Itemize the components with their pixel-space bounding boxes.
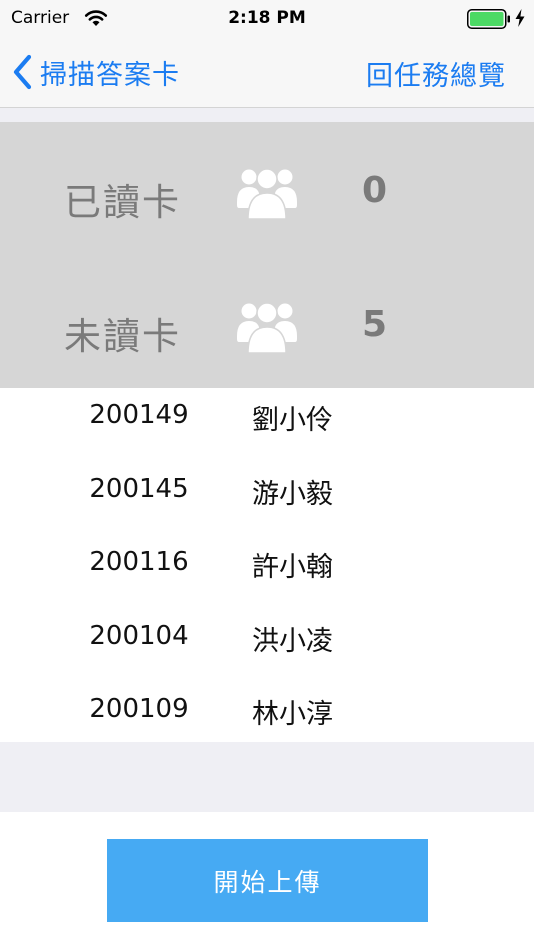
chevron-left-icon: [13, 54, 32, 90]
student-name: 游小毅: [252, 479, 333, 510]
student-id: 200116: [89, 547, 189, 577]
list-item[interactable]: 200149 劉小伶: [0, 392, 534, 466]
section-spacer: [0, 108, 534, 122]
navigation-bar: 掃描答案卡 回任務總覽: [0, 40, 534, 108]
student-id: 200149: [89, 400, 189, 430]
status-bar: Carrier 2:18 PM: [0, 0, 534, 40]
unread-cards-label: 未讀卡: [64, 315, 181, 358]
student-id: 200145: [89, 474, 189, 504]
list-item[interactable]: 200145 游小毅: [0, 466, 534, 540]
people-icon: [237, 168, 297, 220]
student-name: 劉小伶: [252, 405, 333, 436]
read-cards-row: 已讀卡 0: [0, 152, 534, 232]
list-footer-spacer: [0, 742, 534, 812]
list-item[interactable]: 200116 許小翰: [0, 539, 534, 613]
student-name: 許小翰: [252, 552, 333, 583]
student-name: 洪小凌: [252, 626, 333, 657]
unread-cards-row: 未讀卡 5: [0, 286, 534, 366]
student-id: 200104: [89, 621, 189, 651]
list-item[interactable]: 200104 洪小凌: [0, 613, 534, 687]
unread-cards-count: 5: [362, 304, 388, 345]
read-cards-label: 已讀卡: [64, 181, 181, 224]
charging-bolt-icon: [515, 9, 525, 27]
student-id: 200109: [89, 694, 189, 724]
student-name: 林小淳: [252, 699, 333, 730]
read-cards-count: 0: [362, 170, 388, 211]
battery-icon: [467, 9, 510, 29]
start-upload-button[interactable]: 開始上傳: [107, 839, 428, 922]
back-button-label: 掃描答案卡: [40, 59, 180, 91]
back-button[interactable]: 掃描答案卡: [12, 52, 180, 92]
task-overview-button[interactable]: 回任務總覽: [366, 54, 506, 93]
card-summary-panel: 已讀卡 0 未讀卡 5: [0, 122, 534, 388]
people-icon: [237, 302, 297, 354]
status-time: 2:18 PM: [228, 8, 306, 28]
unread-student-list: 200149 劉小伶 200145 游小毅 200116 許小翰 200104 …: [0, 388, 534, 742]
